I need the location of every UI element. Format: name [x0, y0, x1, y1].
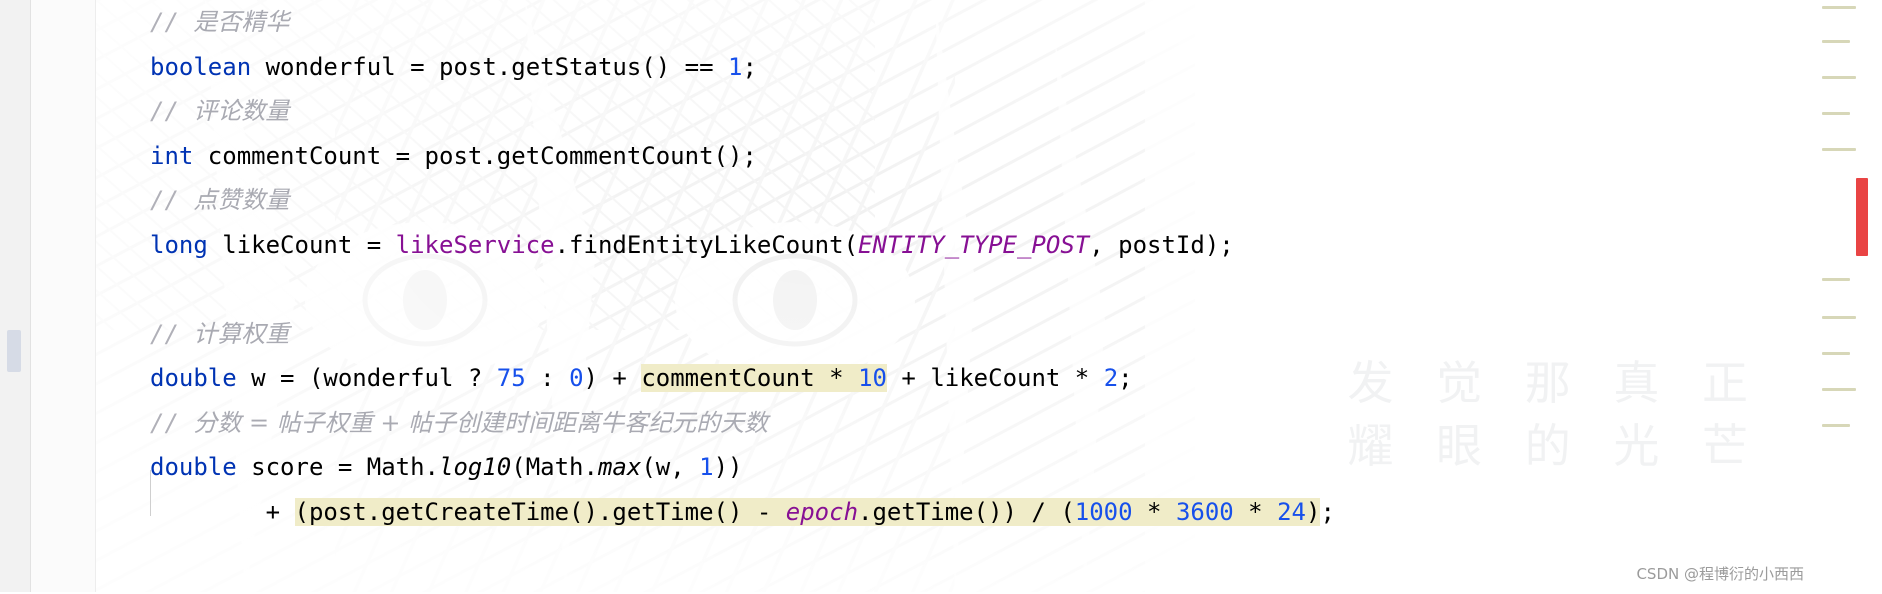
code-token: + — [150, 497, 295, 526]
scrollbar-marker[interactable] — [1822, 112, 1850, 115]
ide-code-editor-window: 发 觉 那 真 正 耀 眼 的 光 芒 // 是否精华 boolean wonde… — [0, 0, 1882, 594]
code-token: int — [150, 141, 194, 170]
scrollbar-thumb[interactable] — [1856, 178, 1868, 256]
scrollbar-marker[interactable] — [1822, 388, 1856, 391]
code-token: epoch — [785, 497, 859, 526]
background-watermark-text: 发 觉 那 真 正 耀 眼 的 光 芒 — [1347, 356, 1762, 473]
scrollbar-marker[interactable] — [1822, 40, 1850, 43]
code-token: 24 — [1277, 497, 1306, 526]
code-token: (Math. — [511, 453, 598, 481]
code-token: double — [150, 364, 237, 392]
code-token: .findEntityLikeCount( — [554, 230, 859, 259]
code-token: 75 — [496, 364, 526, 392]
left-tool-strip — [0, 0, 31, 594]
scrollbar-marker[interactable] — [1822, 424, 1850, 427]
scrollbar-marker[interactable] — [1822, 76, 1856, 79]
code-token: ) — [1306, 497, 1321, 526]
code-token: 1 — [727, 52, 743, 81]
code-token: 1 — [699, 453, 714, 481]
code-line[interactable]: // 计算权重 — [95, 312, 1335, 357]
scrollbar-marker[interactable] — [1822, 352, 1850, 355]
code-token: : — [525, 364, 570, 392]
editor-gutter[interactable] — [31, 0, 96, 594]
csdn-watermark: CSDN @程博衍的小西西 — [1636, 565, 1804, 583]
code-token: // — [150, 8, 194, 36]
code-token: max — [597, 453, 642, 481]
code-token: ; — [1320, 497, 1335, 526]
code-token: // — [150, 97, 194, 125]
code-token: .getTime()) / ( — [858, 497, 1075, 526]
editor-viewport[interactable]: 发 觉 那 真 正 耀 眼 的 光 芒 // 是否精华 boolean wonde… — [95, 0, 1882, 594]
code-token: * — [1233, 497, 1278, 526]
code-token: likeCount = — [207, 230, 396, 259]
code-token: ; — [1118, 364, 1133, 392]
code-token: // — [150, 186, 194, 214]
scrollbar-marker[interactable] — [1822, 278, 1850, 281]
code-token: // — [150, 319, 194, 348]
scrollbar-marker[interactable] — [1822, 6, 1856, 9]
code-line[interactable]: // 分数 = 帖子权重 + 帖子创建时间距离牛客纪元的天数 — [95, 401, 1335, 446]
code-token: commentCount * — [641, 364, 859, 392]
code-token: double — [150, 453, 237, 481]
code-token: boolean — [150, 52, 252, 81]
scrollbar-track[interactable] — [1856, 0, 1868, 594]
code-token: ENTITY_TYPE_POST — [858, 230, 1090, 259]
code-line[interactable]: // 评论数量 — [95, 89, 1335, 134]
code-token: 3600 — [1175, 497, 1234, 526]
code-token: , postId); — [1089, 230, 1234, 259]
code-token: 计算权重 — [193, 319, 290, 348]
scrollbar-marker[interactable] — [1822, 148, 1856, 151]
code-line[interactable]: // 是否精华 — [95, 0, 1335, 45]
code-line[interactable]: double w = (wonderful ? 75 : 0) + commen… — [95, 356, 1335, 401]
code-token: (post.getCreateTime().getTime() - — [294, 497, 786, 526]
code-token: 是否精华 — [193, 8, 290, 36]
code-token: )) — [713, 453, 743, 481]
code-token: 2 — [1103, 364, 1119, 392]
code-token: // — [150, 408, 194, 437]
code-token: long — [150, 230, 208, 259]
scrollbar-marker[interactable] — [1822, 316, 1856, 319]
code-token: wonderful = post.getStatus() == — [251, 52, 728, 81]
code-line[interactable]: boolean wonderful = post.getStatus() == … — [95, 45, 1335, 90]
code-line[interactable]: // 点赞数量 — [95, 178, 1335, 223]
left-tool-tab-handle[interactable] — [7, 330, 21, 372]
code-line[interactable]: long likeCount = likeService.findEntityL… — [95, 223, 1335, 268]
code-token: ) + — [583, 364, 642, 392]
code-token: score = Math. — [236, 453, 439, 481]
editor-scroll-region[interactable] — [1816, 0, 1882, 594]
code-token: * — [1132, 497, 1176, 526]
code-token: 点赞数量 — [193, 186, 290, 214]
code-token: commentCount = post.getCommentCount(); — [193, 141, 757, 170]
code-token: 0 — [569, 364, 584, 392]
code-token: 10 — [858, 364, 887, 392]
code-token: 1000 — [1074, 497, 1133, 526]
code-token: log10 — [439, 453, 512, 481]
code-line[interactable]: int commentCount = post.getCommentCount(… — [95, 134, 1335, 179]
code-token: w = (wonderful ? — [236, 364, 497, 392]
code-line[interactable]: double score = Math.log10(Math.max(w, 1)… — [95, 445, 1335, 490]
code-token: likeService — [395, 230, 555, 259]
code-token: + likeCount * — [886, 364, 1104, 392]
code-token: (w, — [641, 453, 700, 481]
code-line[interactable] — [95, 267, 1335, 312]
code-token: 分数 = 帖子权重 + 帖子创建时间距离牛客纪元的天数 — [193, 408, 769, 437]
code-line[interactable]: + (post.getCreateTime().getTime() - epoc… — [95, 490, 1335, 535]
code-content[interactable]: // 是否精华 boolean wonderful = post.getStatu… — [95, 0, 1335, 534]
code-token: 评论数量 — [193, 97, 290, 125]
code-token: ; — [742, 52, 757, 81]
indent-guide — [150, 470, 151, 516]
